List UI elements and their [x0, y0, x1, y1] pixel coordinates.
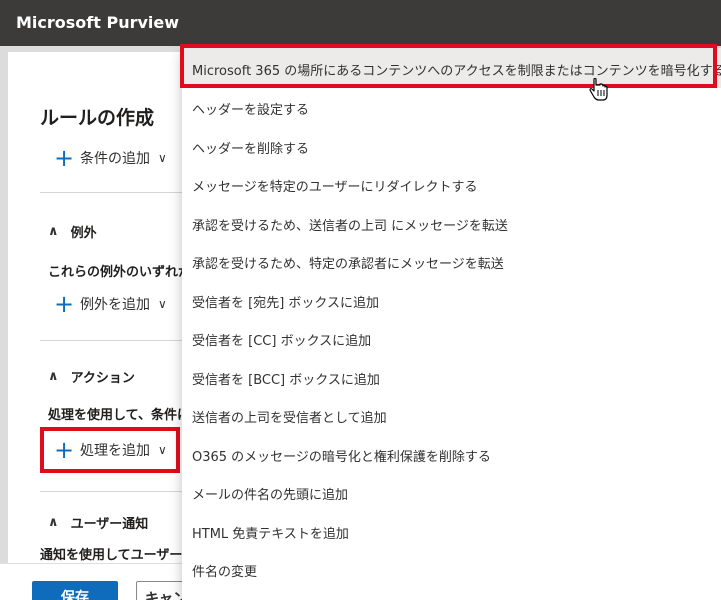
exceptions-description: これらの例外のいずれかが: [48, 265, 184, 280]
actions-section-toggle[interactable]: ∧ アクション: [48, 367, 135, 386]
highlight-first-menu-item: [180, 44, 717, 88]
save-button[interactable]: 保存: [32, 581, 118, 600]
menu-item-add-cc[interactable]: 受信者を [CC] ボックスに追加: [182, 319, 721, 358]
user-notify-heading: ユーザー通知: [70, 517, 149, 532]
add-condition-button[interactable]: + 条件の追加 ∨: [54, 144, 167, 172]
menu-item-forward-manager[interactable]: 承認を受けるため、送信者の上司 にメッセージを転送: [182, 204, 721, 243]
menu-item-remove-header[interactable]: ヘッダーを削除する: [182, 127, 721, 166]
actions-heading: アクション: [70, 371, 135, 386]
add-exception-button[interactable]: + 例外を追加 ∨: [54, 290, 167, 318]
menu-item-html-disclaimer[interactable]: HTML 免責テキストを追加: [182, 512, 721, 551]
menu-item-add-manager[interactable]: 送信者の上司を受信者として追加: [182, 396, 721, 435]
plus-icon: +: [54, 290, 75, 318]
chevron-down-icon: ∨: [158, 297, 167, 311]
highlight-add-action: [40, 427, 180, 473]
action-dropdown-menu: Microsoft 365 の場所にあるコンテンツへのアクセスを制限またはコンテ…: [182, 48, 721, 600]
divider: [40, 340, 190, 341]
divider: [40, 192, 190, 193]
actions-description: 処理を使用して、条件に: [48, 408, 184, 423]
chevron-down-icon: ∨: [158, 151, 167, 165]
page-title: ルールの作成: [40, 107, 155, 129]
user-notify-section-toggle[interactable]: ∧ ユーザー通知: [48, 513, 148, 532]
exceptions-heading: 例外: [70, 226, 97, 241]
menu-item-change-subject[interactable]: 件名の変更: [182, 550, 721, 589]
menu-item-remove-encryption[interactable]: O365 のメッセージの暗号化と権利保護を削除する: [182, 435, 721, 474]
menu-item-add-bcc[interactable]: 受信者を [BCC] ボックスに追加: [182, 358, 721, 397]
chevron-up-icon: ∧: [48, 369, 59, 384]
add-exception-label: 例外を追加: [80, 297, 150, 313]
plus-icon: +: [54, 144, 75, 172]
exceptions-section-toggle[interactable]: ∧ 例外: [48, 222, 97, 241]
hand-cursor-icon: [589, 78, 608, 101]
user-notify-description: 通知を使用してユーザーに: [40, 548, 184, 563]
menu-item-forward-approver[interactable]: 承認を受けるため、特定の承認者にメッセージを転送: [182, 242, 721, 281]
app-title: Microsoft Purview: [16, 13, 180, 32]
app-header: Microsoft Purview: [0, 0, 721, 46]
chevron-up-icon: ∧: [48, 515, 59, 530]
chevron-up-icon: ∧: [48, 224, 59, 239]
add-condition-label: 条件の追加: [80, 151, 150, 167]
menu-item-prepend-subject[interactable]: メールの件名の先頭に追加: [182, 473, 721, 512]
menu-item-redirect[interactable]: メッセージを特定のユーザーにリダイレクトする: [182, 165, 721, 204]
divider: [40, 491, 190, 492]
menu-item-set-header[interactable]: ヘッダーを設定する: [182, 88, 721, 127]
menu-item-add-to[interactable]: 受信者を [宛先] ボックスに追加: [182, 281, 721, 320]
